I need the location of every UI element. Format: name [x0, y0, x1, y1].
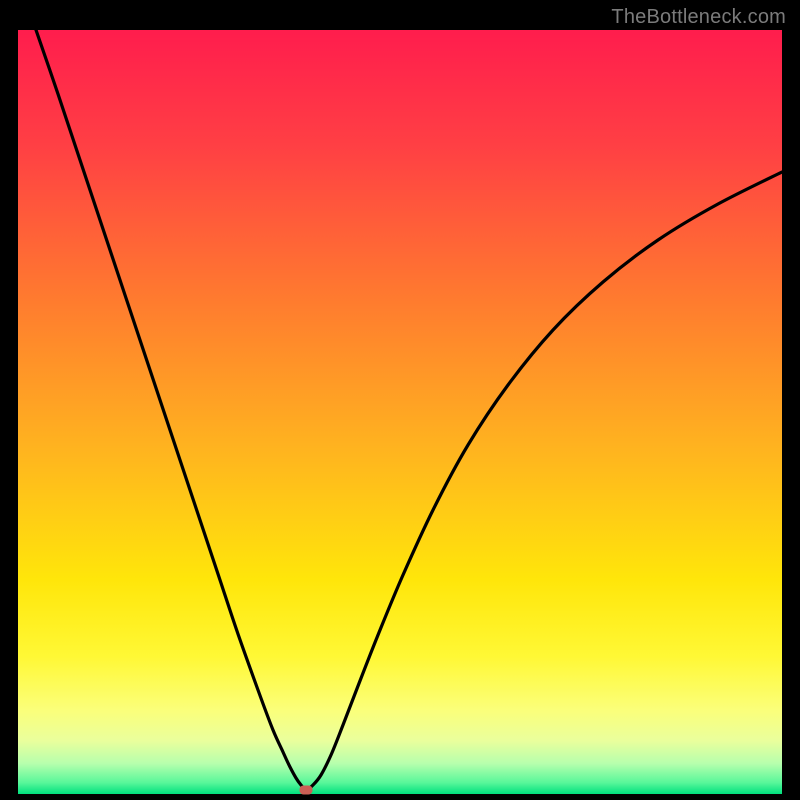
watermark-text: TheBottleneck.com — [611, 6, 786, 29]
optimal-point-marker — [300, 786, 313, 795]
bottleneck-curve — [18, 30, 782, 794]
chart-frame — [18, 30, 782, 794]
plot-area — [18, 30, 782, 794]
